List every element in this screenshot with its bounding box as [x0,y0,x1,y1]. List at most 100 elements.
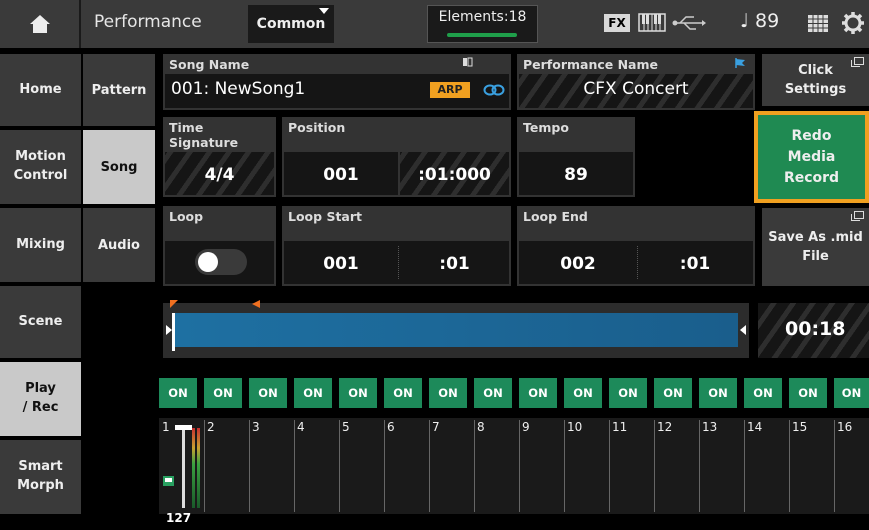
track-number: 4 [297,420,305,434]
track-number: 6 [387,420,395,434]
on-label: ON [168,386,188,400]
home-button[interactable] [0,0,81,48]
track-number: 10 [567,420,583,434]
track-divider [294,420,295,512]
toggle-knob [198,252,218,272]
loop-field[interactable]: Loop [163,206,276,286]
track-4-on-button[interactable]: ON [294,378,332,408]
track-8-on-button[interactable]: ON [474,378,512,408]
loop-toggle[interactable] [195,249,247,275]
track-divider [744,420,745,512]
track-number: 8 [477,420,485,434]
grid-icon[interactable] [808,15,828,32]
track-16-on-button[interactable]: ON [834,378,869,408]
redo-media-record-button[interactable]: Redo Media Record [754,111,869,203]
track-9-on-button[interactable]: ON [519,378,557,408]
loop-end-field[interactable]: Loop End 002 :01 [517,206,755,286]
end-arrow-icon [740,325,746,335]
track-7-on-button[interactable]: ON [429,378,467,408]
song-name-value: 001: NewSong1 [171,79,306,99]
save-as-mid-label: Save As .mid File [768,229,863,265]
sidebar-item-label: Home [19,81,62,97]
time-signature-field[interactable]: Time Signature 4/4 [163,117,276,197]
elements-meter [447,33,517,37]
loop-start-label: Loop Start [288,209,362,224]
track-13-on-button[interactable]: ON [699,378,737,408]
tab-label: Audio [97,237,140,253]
track-1-fader-handle[interactable] [175,425,192,430]
sidebar-item-play-rec[interactable]: Play / Rec [0,362,81,436]
track-15-on-button[interactable]: ON [789,378,827,408]
track-6-on-button[interactable]: ON [384,378,422,408]
track-number: 15 [792,420,808,434]
sidebar-item-label: Play / Rec [22,381,59,415]
track-divider [384,420,385,512]
common-button[interactable]: Common [248,5,334,43]
click-settings-label: Click Settings [784,62,847,98]
track-divider [474,420,475,512]
track-2-on-button[interactable]: ON [204,378,242,408]
sidebar-item-mixing[interactable]: Mixing [0,208,81,282]
track-number: 5 [342,420,350,434]
song-name-label: Song Name [169,57,250,72]
common-label: Common [256,16,326,32]
position-field[interactable]: Position 001 :01:000 [282,117,511,197]
tempo-value: 89 [564,165,588,185]
track-number: 14 [747,420,763,434]
redo-media-record-inner: Redo Media Record [758,115,865,199]
loop-end-beat: :01 [679,254,711,274]
track-14-on-button[interactable]: ON [744,378,782,408]
tempo-field[interactable]: Tempo 89 [517,117,635,197]
tab-song[interactable]: Song [83,130,155,204]
sidebar-item-label: Motion Control [13,149,68,183]
page-title: Performance [94,12,202,32]
track-divider [654,420,655,512]
keyboard-icon [638,13,666,32]
tempo-indicator[interactable]: ♩ 89 [740,10,779,32]
time-signature-value: 4/4 [204,165,235,185]
elements-indicator[interactable]: Elements:18 [427,5,538,43]
track-number: 3 [252,420,260,434]
tab-audio[interactable]: Audio [83,208,155,282]
track-number: 2 [207,420,215,434]
performance-name-field[interactable]: Performance Name CFX Concert [517,54,755,110]
track-10-on-button[interactable]: ON [564,378,602,408]
save-as-mid-button[interactable]: Save As .mid File [762,208,869,286]
track-divider [429,420,430,512]
track-number: 13 [702,420,718,434]
track-12-on-button[interactable]: ON [654,378,692,408]
gear-icon[interactable] [842,12,864,34]
playhead[interactable] [172,313,175,351]
on-label: ON [663,386,683,400]
fx-badge[interactable]: FX [604,14,630,32]
track-1-on-button[interactable]: ON [159,378,197,408]
click-settings-button[interactable]: Click Settings [762,54,869,106]
sidebar-item-scene[interactable]: Scene [0,286,81,358]
song-progress-bar [174,313,738,347]
track-number: 11 [612,420,628,434]
track-divider [564,420,565,512]
loop-start-field[interactable]: Loop Start 001 :01 [282,206,511,286]
sidebar-item-home[interactable]: Home [0,54,81,126]
home-icon [29,15,50,33]
tab-pattern[interactable]: Pattern [83,54,155,126]
track-divider [609,420,610,512]
flag-icon [735,58,745,68]
loop-end-label: Loop End [523,209,588,224]
time-signature-label: Time Signature [169,120,239,150]
on-label: ON [348,386,368,400]
link-icon[interactable] [483,82,505,98]
sidebar-item-label: Smart Morph [17,459,64,493]
on-label: ON [528,386,548,400]
on-label: ON [438,386,458,400]
on-label: ON [618,386,638,400]
track-3-on-button[interactable]: ON [249,378,287,408]
track-1-volume: 127 [166,511,192,525]
track-5-on-button[interactable]: ON [339,378,377,408]
sidebar-item-smart-morph[interactable]: Smart Morph [0,440,81,514]
sidebar-item-motion-control[interactable]: Motion Control [0,130,81,204]
sidebar-item-label: Mixing [16,236,65,252]
position-label: Position [288,120,346,135]
song-name-field[interactable]: Song Name 001: NewSong1 ARP [163,54,511,110]
track-11-on-button[interactable]: ON [609,378,647,408]
